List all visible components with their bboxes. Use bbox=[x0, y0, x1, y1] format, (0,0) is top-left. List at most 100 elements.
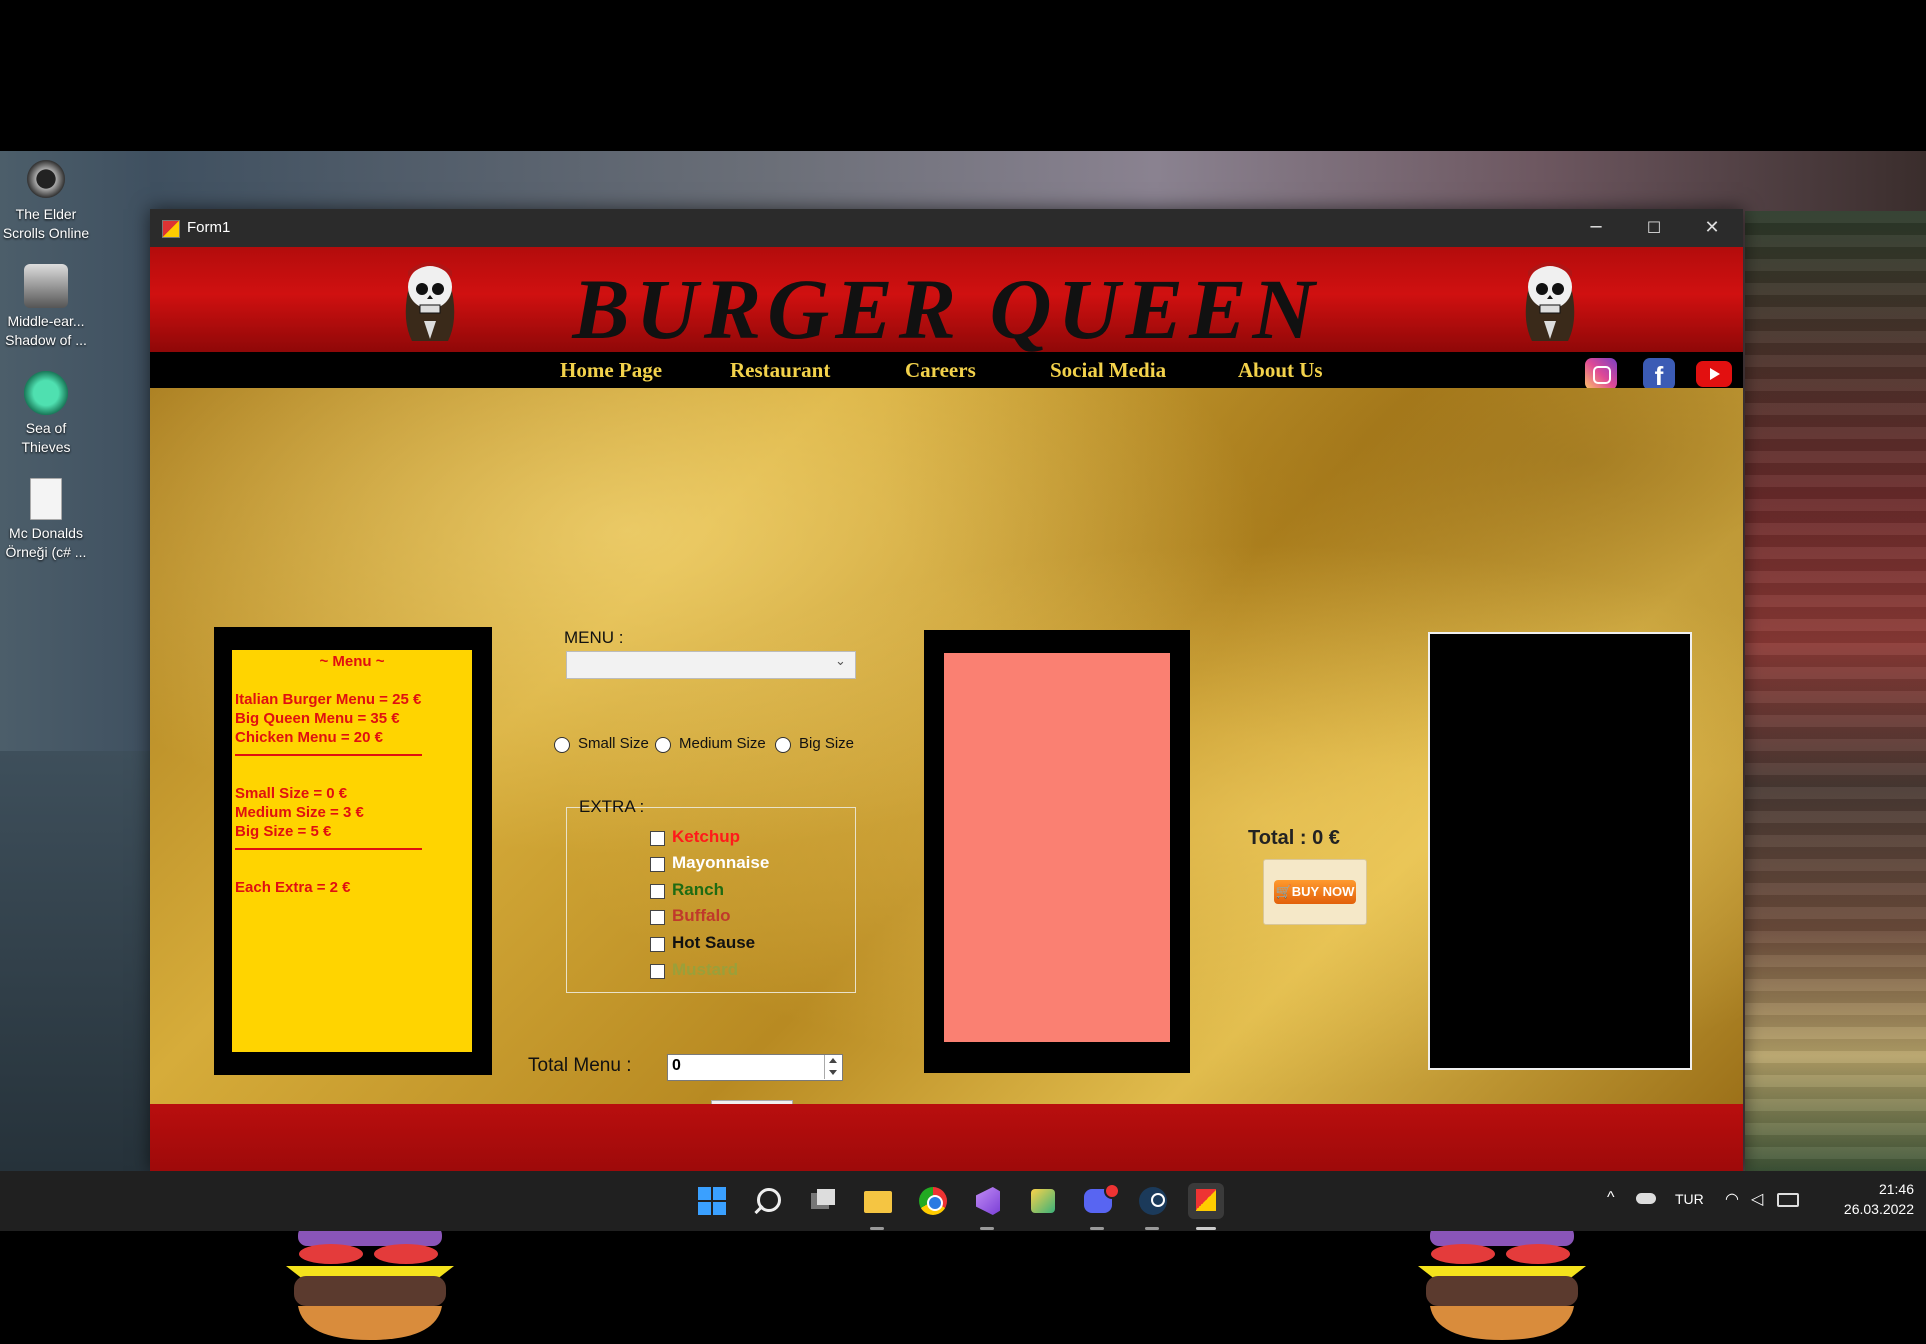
close-button[interactable]: ✕ bbox=[1683, 209, 1741, 247]
maximize-button[interactable]: ☐ bbox=[1625, 209, 1683, 247]
mustard-checkbox[interactable] bbox=[650, 964, 665, 979]
buffalo-label: Buffalo bbox=[672, 906, 731, 925]
wallpaper-village bbox=[1745, 211, 1926, 1171]
size-price-line: Medium Size = 3 € bbox=[235, 804, 364, 821]
window-title: Form1 bbox=[187, 219, 231, 236]
content-area: ~ Menu ~ Italian Burger Menu = 25 € Big … bbox=[150, 388, 1743, 1340]
buy-now-button[interactable]: 🛒BUY NOW bbox=[1263, 859, 1367, 925]
nav-social-media[interactable]: Social Media bbox=[1050, 358, 1166, 383]
desktop-icon-sea-of-thieves[interactable]: Sea of Thieves bbox=[0, 371, 92, 457]
title-bar[interactable]: Form1 ─ ☐ ✕ bbox=[150, 209, 1743, 247]
discord-icon[interactable] bbox=[1080, 1183, 1120, 1230]
menu-picture-box bbox=[944, 653, 1170, 1042]
size-price-line: Big Size = 5 € bbox=[235, 823, 332, 840]
minimize-button[interactable]: ─ bbox=[1567, 209, 1625, 247]
spinner-buttons[interactable] bbox=[824, 1055, 842, 1079]
spin-down-icon[interactable] bbox=[829, 1070, 837, 1075]
form-app-taskbar-icon[interactable] bbox=[1188, 1183, 1224, 1230]
form-window: Form1 ─ ☐ ✕ BURGER QUEEN Home Page Resta… bbox=[150, 209, 1743, 1340]
onedrive-icon[interactable] bbox=[1636, 1193, 1656, 1204]
desktop-icon-label: Mc Donalds bbox=[9, 525, 83, 541]
ranch-checkbox[interactable] bbox=[650, 884, 665, 899]
search-icon[interactable] bbox=[750, 1183, 786, 1219]
hot-sause-checkbox[interactable] bbox=[650, 937, 665, 952]
youtube-icon[interactable] bbox=[1696, 361, 1732, 387]
picture-frame bbox=[924, 630, 1190, 1073]
total-menu-label: Total Menu : bbox=[528, 1055, 632, 1076]
elder-scrolls-icon bbox=[24, 157, 68, 201]
mustard-label: Mustard bbox=[672, 960, 739, 979]
desktop-icon-label: Sea of bbox=[25, 420, 67, 436]
menu-label: MENU : bbox=[564, 628, 624, 647]
big-size-label: Big Size bbox=[799, 735, 855, 752]
nav-home-page[interactable]: Home Page bbox=[560, 358, 662, 383]
menu-price-line: Italian Burger Menu = 25 € bbox=[235, 691, 422, 708]
buy-now-label: BUY NOW bbox=[1291, 884, 1355, 899]
medium-size-label: Medium Size bbox=[679, 735, 766, 752]
total-menu-spinner[interactable]: 0 bbox=[667, 1054, 843, 1081]
small-size-label: Small Size bbox=[578, 735, 649, 752]
mayonnaise-checkbox[interactable] bbox=[650, 857, 665, 872]
medium-size-radio[interactable] bbox=[655, 737, 671, 753]
clock-time: 21:46 bbox=[1878, 1181, 1914, 1197]
sea-of-thieves-icon bbox=[24, 371, 68, 415]
spin-up-icon[interactable] bbox=[829, 1058, 837, 1063]
chrome-icon[interactable] bbox=[915, 1183, 951, 1219]
chevron-up-icon[interactable]: ^ bbox=[1607, 1189, 1615, 1207]
extra-price-line: Each Extra = 2 € bbox=[235, 879, 351, 896]
brand-title: BURGER QUEEN bbox=[572, 261, 1321, 357]
menu-board: ~ Menu ~ Italian Burger Menu = 25 € Big … bbox=[214, 627, 492, 1075]
skull-logo-icon bbox=[1525, 262, 1575, 341]
footer-band bbox=[150, 1104, 1743, 1171]
snip-tool-icon[interactable] bbox=[1025, 1183, 1061, 1219]
buffalo-checkbox[interactable] bbox=[650, 910, 665, 925]
small-size-radio[interactable] bbox=[554, 737, 570, 753]
nav-bar: Home Page Restaurant Careers Social Medi… bbox=[150, 352, 1743, 391]
menu-board-title: ~ Menu ~ bbox=[319, 653, 385, 670]
clock[interactable]: 21:46 26.03.2022 bbox=[1814, 1179, 1914, 1219]
task-view-icon[interactable] bbox=[805, 1183, 841, 1219]
facebook-icon[interactable]: f bbox=[1643, 358, 1675, 391]
nav-restaurant[interactable]: Restaurant bbox=[730, 358, 830, 383]
ketchup-checkbox[interactable] bbox=[650, 831, 665, 846]
total-menu-value: 0 bbox=[672, 1057, 681, 1074]
nav-careers[interactable]: Careers bbox=[905, 358, 976, 383]
desktop-icon-label: Thieves bbox=[21, 439, 71, 455]
wifi-icon[interactable]: ◠ bbox=[1725, 1189, 1739, 1209]
text-file-icon bbox=[30, 478, 62, 520]
desktop-icon-mc-donalds[interactable]: Mc Donalds Örneği (c# ... bbox=[0, 478, 92, 562]
desktop-icon-elder-scrolls[interactable]: The Elder Scrolls Online bbox=[0, 157, 92, 243]
battery-icon[interactable] bbox=[1777, 1193, 1799, 1207]
instagram-icon[interactable] bbox=[1585, 358, 1617, 390]
mayonnaise-label: Mayonnaise bbox=[672, 853, 770, 872]
ranch-label: Ranch bbox=[672, 880, 724, 899]
clock-date: 26.03.2022 bbox=[1843, 1201, 1914, 1217]
header-banner: BURGER QUEEN bbox=[150, 247, 1743, 357]
chevron-down-icon: ⌄ bbox=[835, 654, 846, 669]
menu-price-line: Chicken Menu = 20 € bbox=[235, 729, 383, 746]
big-size-radio[interactable] bbox=[775, 737, 791, 753]
volume-icon[interactable]: ◁ bbox=[1751, 1189, 1763, 1209]
menu-board-panel: ~ Menu ~ Italian Burger Menu = 25 € Big … bbox=[232, 650, 472, 1052]
start-icon[interactable] bbox=[694, 1183, 730, 1219]
total-price-label: Total : 0 € bbox=[1248, 827, 1340, 849]
wallpaper-lake bbox=[0, 751, 160, 1171]
menu-combobox[interactable]: ⌄ bbox=[566, 651, 856, 679]
desktop-icon-middle-earth[interactable]: Middle-ear... Shadow of ... bbox=[0, 264, 92, 350]
extra-label: EXTRA : bbox=[579, 797, 645, 816]
desktop-icon-label: Middle-ear... bbox=[7, 313, 85, 329]
cart-icon: 🛒 bbox=[1275, 884, 1292, 899]
app-icon bbox=[162, 220, 180, 238]
buy-now-badge: 🛒BUY NOW bbox=[1274, 880, 1356, 904]
steam-icon[interactable] bbox=[1135, 1183, 1171, 1230]
file-explorer-icon[interactable] bbox=[860, 1183, 896, 1230]
nav-about-us[interactable]: About Us bbox=[1238, 358, 1323, 383]
visual-studio-icon[interactable] bbox=[970, 1183, 1006, 1230]
size-price-line: Small Size = 0 € bbox=[235, 785, 348, 802]
menu-divider bbox=[235, 848, 422, 850]
desktop-icon-label: Shadow of ... bbox=[5, 332, 87, 348]
middle-earth-icon bbox=[24, 264, 68, 308]
language-indicator[interactable]: TUR bbox=[1675, 1191, 1704, 1207]
skull-logo-icon bbox=[405, 262, 455, 341]
desktop-icon-label: The Elder bbox=[15, 206, 77, 222]
